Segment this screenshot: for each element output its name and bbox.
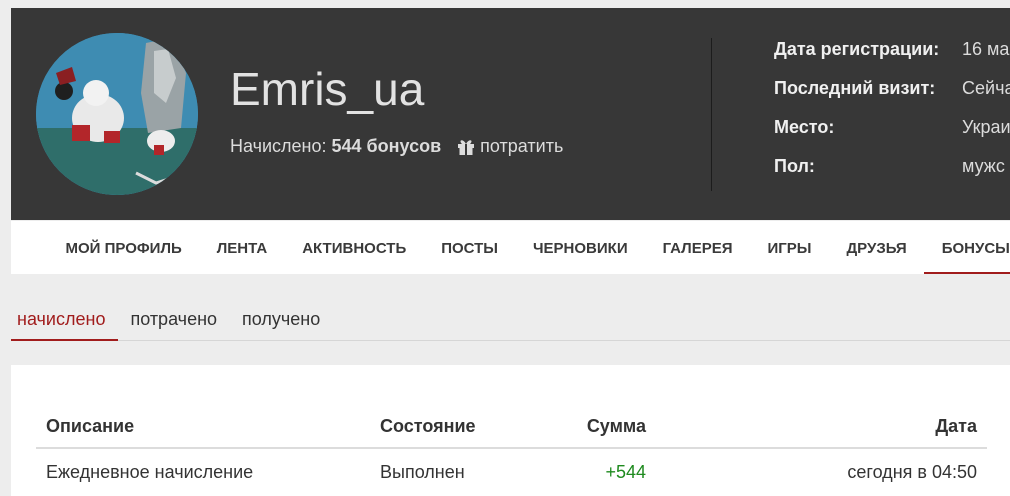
info-value: Украи (962, 117, 1010, 137)
column-header-sum: Сумма (586, 416, 646, 436)
tab-gallery[interactable]: ГАЛЕРЕЯ (645, 221, 750, 274)
column-header-state: Состояние (380, 416, 476, 436)
tab-my-profile[interactable]: МОЙ ПРОФИЛЬ (48, 221, 199, 274)
avatar[interactable] (36, 33, 198, 195)
info-value: 16 ма (962, 39, 1010, 59)
info-key: Дата регистрации: (774, 39, 940, 59)
profile-tabs: МОЙ ПРОФИЛЬ ЛЕНТА АКТИВНОСТЬ ПОСТЫ ЧЕРНО… (11, 221, 1010, 274)
profile-header: Emris_ua Начислено: 544 бонусов потратит… (11, 8, 1010, 220)
info-row-last-visit: Последний визит: Сейча (774, 78, 1010, 117)
tab-drafts[interactable]: ЧЕРНОВИКИ (516, 221, 646, 274)
tab-posts[interactable]: ПОСТЫ (424, 221, 516, 274)
info-key: Место: (774, 117, 835, 137)
header-divider (711, 38, 712, 191)
tab-activity[interactable]: АКТИВНОСТЬ (285, 221, 424, 274)
bonus-label: Начислено: (230, 136, 327, 156)
tab-bonuses[interactable]: БОНУСЫ (924, 221, 1010, 274)
info-row-registered: Дата регистрации: 16 ма (774, 39, 1010, 78)
profile-info: Дата регистрации: 16 ма Последний визит:… (774, 39, 1010, 195)
info-value: Сейча (962, 78, 1010, 98)
info-value: мужс (962, 156, 1005, 176)
bonus-table-card: Описание Состояние Сумма Дата Ежедневное… (11, 365, 1010, 496)
subtab-accrued[interactable]: начислено (11, 300, 119, 341)
subtab-spent[interactable]: потрачено (118, 300, 230, 340)
cell-sum: +544 (605, 462, 646, 482)
table-row: Ежедневное начисление Выполнен +544 сего… (36, 451, 987, 491)
column-header-date: Дата (935, 416, 977, 436)
table-header: Описание Состояние Сумма Дата (36, 405, 987, 449)
bonus-summary: Начислено: 544 бонусов потратить (230, 136, 563, 157)
username: Emris_ua (230, 63, 425, 115)
info-row-location: Место: Украи (774, 117, 1010, 156)
gift-icon (458, 139, 475, 155)
spend-label: потратить (480, 136, 564, 156)
info-row-gender: Пол: мужс (774, 156, 1010, 195)
subtab-received[interactable]: получено (230, 300, 333, 340)
tab-games[interactable]: ИГРЫ (750, 221, 829, 274)
bonus-subtabs: начислено потрачено получено (11, 300, 1010, 341)
column-header-description: Описание (46, 416, 135, 436)
spend-link[interactable]: потратить (457, 136, 563, 157)
cell-state: Выполнен (380, 462, 465, 482)
cell-description: Ежедневное начисление (46, 462, 254, 482)
bonus-amount: 544 бонусов (331, 136, 442, 156)
info-key: Последний визит: (774, 78, 936, 98)
tab-friends[interactable]: ДРУЗЬЯ (829, 221, 924, 274)
cell-date: сегодня в 04:50 (847, 462, 977, 482)
info-key: Пол: (774, 156, 815, 176)
tab-feed[interactable]: ЛЕНТА (199, 221, 284, 274)
